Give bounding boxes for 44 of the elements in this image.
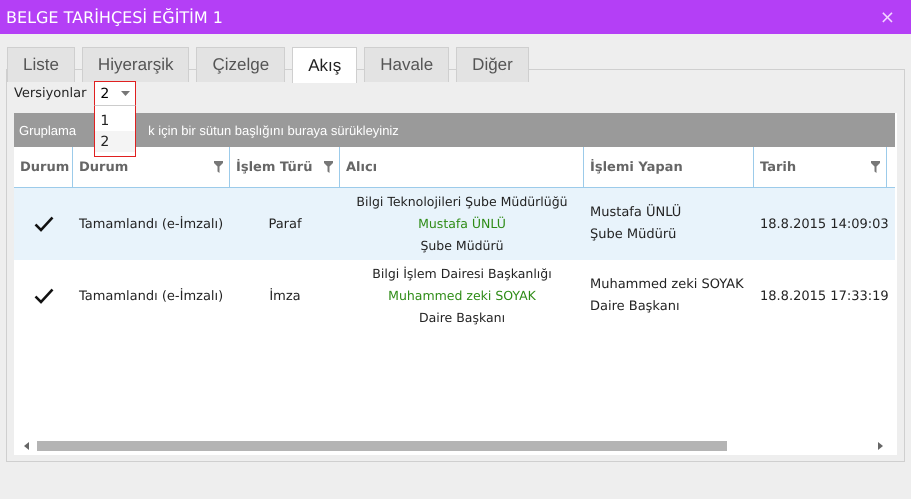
column-header[interactable]: İşlemi Yapan (584, 147, 754, 187)
actor-title: Şube Müdürü (590, 226, 676, 244)
group-hint: Gruplama (19, 122, 76, 138)
recipient-name: Muhammed zeki SOYAK (388, 287, 536, 305)
dropdown-option[interactable]: 1 (95, 110, 136, 131)
group-hint: k için bir sütun başlığını buraya sürükleyiniz (148, 122, 399, 138)
column-header[interactable]: İşlem Türü (230, 147, 340, 187)
dropdown-option[interactable]: 2 (95, 131, 136, 152)
actor-title: Daire Başkanı (590, 298, 680, 316)
table-cell: İmza (269, 288, 301, 304)
close-button[interactable]: × (870, 6, 905, 28)
tab[interactable]: Çizelge (196, 47, 286, 82)
actor-name: Mustafa ÜNLÜ (590, 203, 682, 222)
recipient-title: Şube Müdürü (420, 237, 504, 255)
table-cell: Paraf (268, 216, 302, 232)
tab[interactable]: Diğer (456, 47, 529, 82)
column-header[interactable]: Tarih (754, 147, 887, 187)
column-header[interactable]: Durum (14, 147, 73, 187)
versions-dropdown[interactable]: 2 (94, 81, 136, 105)
column-header[interactable]: Alıcı (340, 147, 584, 187)
tab[interactable]: Akış (292, 47, 358, 83)
tab[interactable]: Havale (364, 47, 450, 82)
column-header[interactable]: Durum (73, 147, 230, 187)
table-cell: Tamamlandı (e-İmzalı) (79, 216, 224, 232)
filter-icon[interactable] (214, 161, 223, 173)
recipient-unit: Bilgi Teknolojileri Şube Müdürlüğü (356, 193, 568, 211)
recipient-unit: Bilgi İşlem Dairesi Başkanlığı (372, 265, 552, 283)
filter-icon[interactable] (871, 161, 880, 173)
window-title: BELGE TARİHÇESİ EĞİTİM 1 (6, 8, 223, 26)
table-row[interactable]: Tamamlandı (e-İmzalı) İmza Bilgi İşlem Dairesi Başkanlığı Muhammed zeki SOYAK Daire Başkanı Muhammed zeki SOYAK Daire Başkanı 18.8.2015 17:33:19 (14, 260, 895, 332)
tab[interactable]: Hiyerarşik (82, 47, 190, 82)
caret-icon (121, 91, 130, 96)
table-row[interactable]: Tamamlandı (e-İmzalı) Paraf Bilgi Teknolojileri Şube Müdürlüğü Mustafa ÜNLÜ Şube Müdürü Mustafa ÜNLÜ Şube Müdürü 18.8.2015 14:09:03 (14, 188, 895, 260)
versions-label: Versiyonlar (14, 86, 86, 100)
recipient-title: Daire Başkanı (418, 309, 506, 327)
table-cell: 18.8.2015 14:09:03 (760, 216, 889, 232)
filter-icon[interactable] (324, 161, 333, 173)
table-cell: Tamamlandı (e-İmzalı) (79, 288, 224, 304)
table-cell: 18.8.2015 17:33:19 (760, 288, 889, 304)
actor-name: Muhammed zeki SOYAK (590, 276, 744, 294)
recipient-name: Mustafa ÜNLÜ (418, 215, 506, 233)
tab[interactable]: Liste (7, 47, 75, 82)
scroll-left-icon[interactable] (24, 442, 29, 450)
scroll-right-icon[interactable] (878, 442, 883, 450)
